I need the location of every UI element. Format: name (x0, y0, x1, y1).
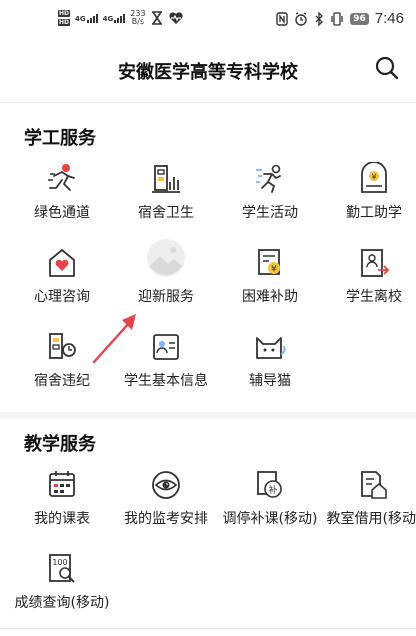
service-item-label: 学生离校 (346, 289, 402, 305)
page-title: 安徽医学高等专科学校 (118, 62, 298, 83)
eye-icon (152, 471, 180, 499)
signal-bars-icon (114, 13, 126, 23)
header-divider (0, 102, 416, 103)
service-item-dorm-hygiene[interactable]: 宿舍卫生 (114, 162, 218, 242)
signal-bars-icon (86, 13, 98, 23)
service-item-label: 学生活动 (242, 205, 298, 221)
service-item-label: 调停补课(移动) (222, 511, 318, 527)
runner-icon (48, 164, 75, 191)
image-placeholder-icon (147, 239, 185, 277)
battery-level: 96 (350, 12, 369, 25)
bottom-divider (0, 628, 416, 629)
hd-badge: HD (58, 19, 71, 26)
leave-school-icon (361, 249, 390, 277)
section-divider (0, 412, 416, 418)
grade-symbol: 100 (52, 558, 67, 567)
heart-pulse-icon (168, 12, 183, 24)
grade-search-icon: 100 (49, 554, 75, 583)
dorm-chart-icon (152, 165, 180, 193)
search-icon[interactable] (374, 55, 400, 81)
service-item-student-leave[interactable]: 学生离校 (322, 246, 416, 326)
network-speed: 233 B/s (130, 10, 145, 26)
service-item-hardship-aid[interactable]: ¥ 困难补助 (218, 246, 322, 326)
service-item-work-study[interactable]: ¥ 勤工助学 (322, 162, 416, 242)
status-bar: HD HD 4G 4G 233 B/s 96 7:46 (0, 0, 416, 42)
service-item-green-channel[interactable]: 绿色通道 (10, 162, 114, 242)
service-item-label: 宿舍卫生 (138, 205, 194, 221)
service-item-classroom-borrow[interactable]: 教室借用(移动) (322, 468, 416, 548)
heart-house-icon (49, 249, 75, 277)
id-card-icon (153, 334, 179, 360)
yen-symbol: ¥ (371, 173, 376, 182)
service-item-label: 我的监考安排 (124, 511, 208, 527)
service-item-my-schedule[interactable]: 我的课表 (10, 468, 114, 548)
alarm-icon (295, 11, 307, 26)
service-item-label: 困难补助 (242, 289, 298, 305)
status-right: 96 7:46 (276, 10, 404, 27)
hourglass-icon (151, 11, 162, 25)
section-title-student-work: 学工服务 (24, 128, 96, 149)
app-header: 安徽医学高等专科学校 (0, 44, 416, 92)
service-item-label: 教室借用(移动) (326, 511, 416, 527)
service-item-label: 宿舍违纪 (34, 373, 90, 389)
calendar-icon (49, 471, 75, 497)
makeup-class-icon: 补 (257, 471, 282, 498)
bluetooth-icon (315, 11, 324, 26)
service-item-label: 勤工助学 (346, 205, 402, 221)
speed-unit: B/s (131, 17, 145, 26)
makeup-symbol: 补 (268, 484, 277, 496)
work-study-icon: ¥ (361, 162, 387, 193)
service-item-proctor-schedule[interactable]: 我的监考安排 (114, 468, 218, 548)
service-item-student-activity[interactable]: 学生活动 (218, 162, 322, 242)
vibrate-icon (331, 11, 343, 26)
service-item-label: 心理咨询 (34, 289, 90, 305)
clock: 7:46 (374, 10, 404, 27)
service-item-label: 我的课表 (34, 511, 90, 527)
service-item-label: 辅导猫 (249, 373, 291, 389)
service-item-label: 绿色通道 (34, 205, 90, 221)
network-type: 4G (102, 15, 114, 23)
classroom-borrow-icon (361, 471, 387, 499)
service-item-label: 成绩查询(移动) (14, 595, 110, 611)
service-item-label: 迎新服务 (138, 289, 194, 305)
yen-symbol: ¥ (271, 265, 277, 275)
service-item-grade-query[interactable]: 100 成绩查询(移动) (10, 552, 114, 632)
hd-badge: HD (58, 10, 71, 17)
hd-badges: HD HD (58, 10, 71, 26)
nfc-icon (276, 11, 288, 26)
service-item-tutor-cat[interactable]: 辅导猫 (218, 330, 322, 410)
network-type: 4G (75, 15, 86, 23)
cat-icon (256, 337, 286, 359)
annotation-arrow-icon (92, 314, 136, 364)
activity-icon (256, 164, 281, 193)
dorm-violation-icon (49, 333, 76, 359)
service-item-makeup-class[interactable]: 补 调停补课(移动) (218, 468, 322, 548)
signal-2: 4G (103, 13, 126, 23)
subsidy-icon: ¥ (258, 249, 280, 275)
signal-1: 4G (75, 13, 98, 23)
status-left: HD HD 4G 4G 233 B/s (58, 10, 184, 26)
service-item-label: 学生基本信息 (124, 373, 208, 389)
section-title-teaching: 教学服务 (24, 434, 96, 455)
